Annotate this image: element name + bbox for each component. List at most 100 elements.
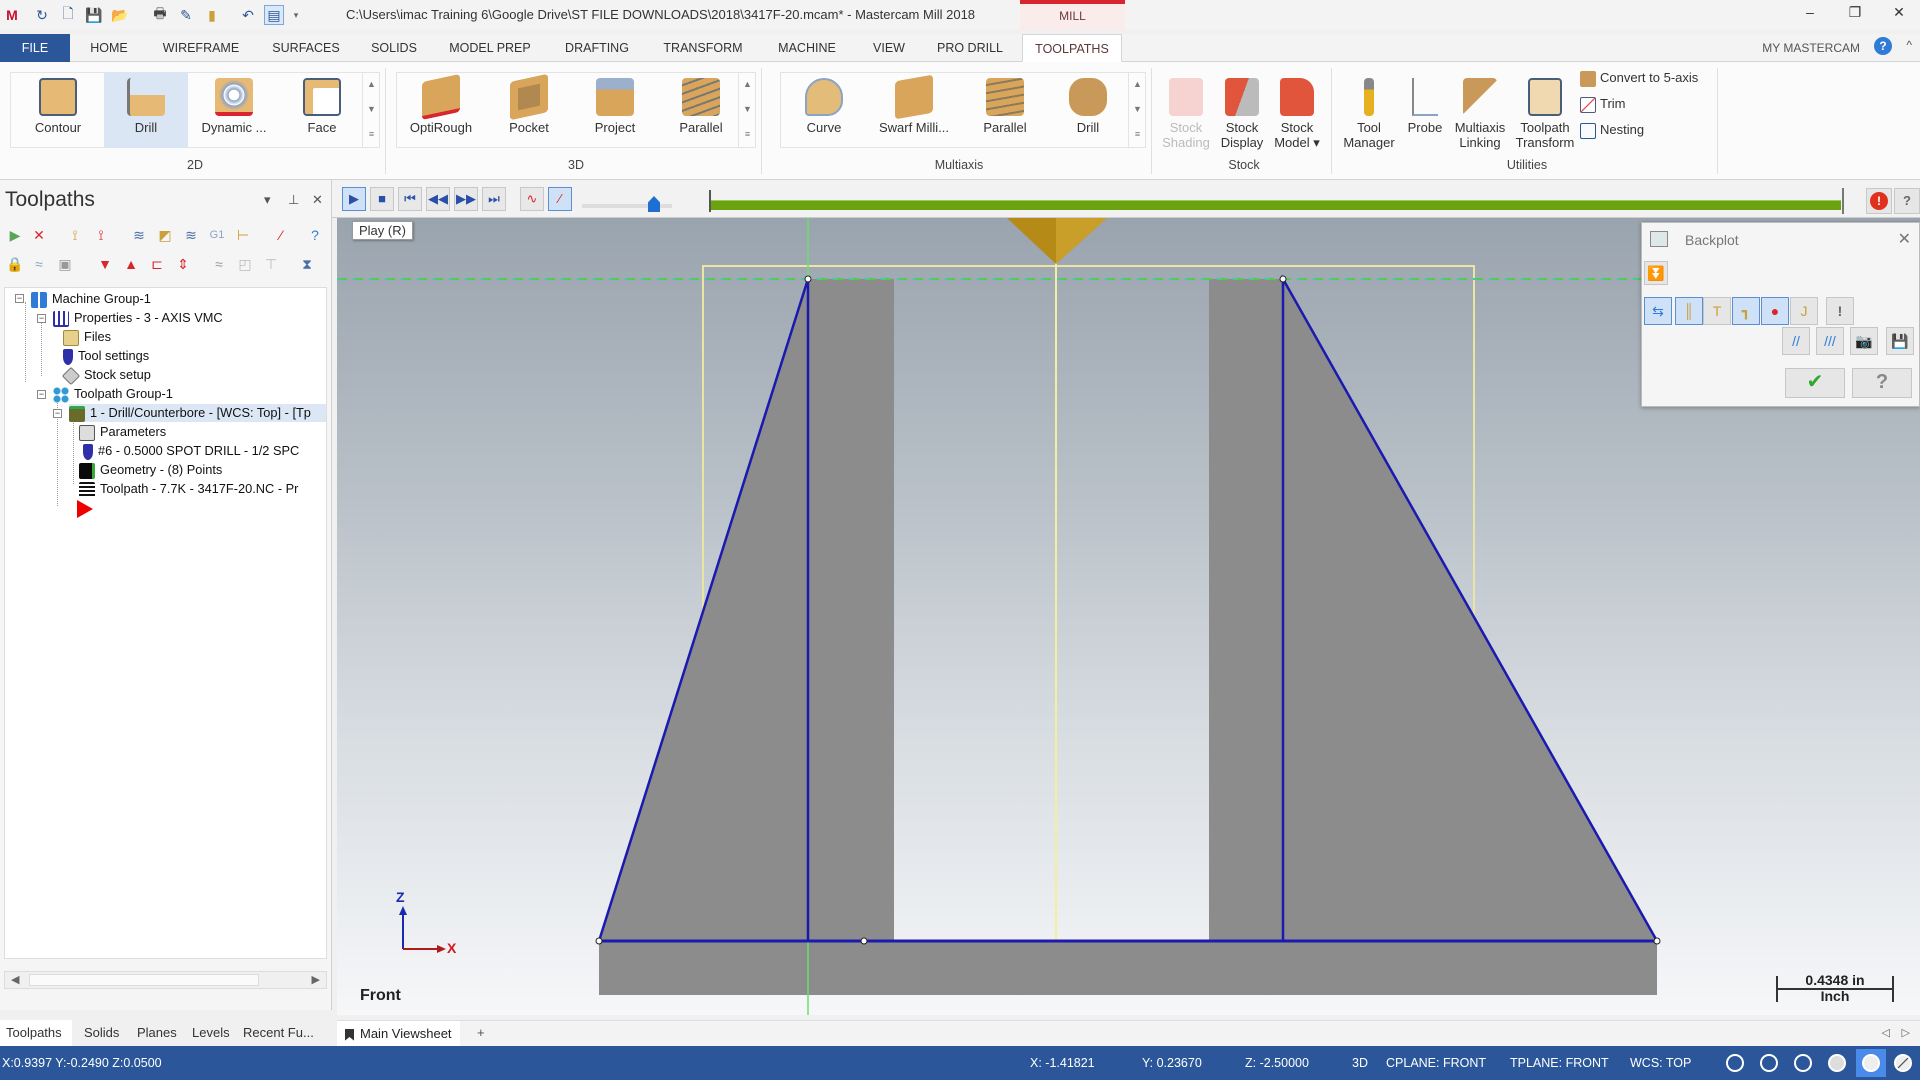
tab-home[interactable]: HOME (84, 34, 134, 62)
collapse-ribbon-icon[interactable]: ^ (1906, 38, 1912, 52)
status-3d-mode[interactable]: 3D (1352, 1056, 1368, 1070)
single-icon[interactable]: ◰ (236, 255, 254, 273)
dynamic-button[interactable]: Dynamic ... (192, 72, 276, 148)
status-y[interactable]: Y: 0.23670 (1142, 1056, 1202, 1070)
insert-arrow-icon[interactable] (77, 500, 93, 518)
status-cplane[interactable]: CPLANE: FRONT (1386, 1056, 1486, 1070)
face-button[interactable]: Face (280, 72, 364, 148)
drill-2d-button[interactable]: Drill (104, 72, 188, 148)
globe-dim-icon[interactable] (1794, 1054, 1812, 1072)
ok-button[interactable]: ✔ (1785, 368, 1845, 398)
globe-hidden-icon[interactable] (1760, 1054, 1778, 1072)
save-button[interactable]: 💾 (1886, 327, 1914, 355)
scroll-right-icon[interactable]: ▶ (312, 973, 320, 986)
expand-operation[interactable]: − (53, 409, 62, 418)
stop-button[interactable]: ■ (370, 187, 394, 211)
parallel-multiaxis-button[interactable]: Parallel (962, 72, 1048, 148)
expand-toolpath-group[interactable]: − (37, 390, 46, 399)
swarf-milling-button[interactable]: Swarf Milli... (866, 72, 962, 148)
g1-icon[interactable]: G1 (208, 226, 226, 244)
move-up-icon[interactable]: ▲ (122, 255, 140, 273)
move-down-icon[interactable]: ▼ (96, 255, 114, 273)
regenerate-dirty-icon[interactable]: ⟟ (92, 226, 110, 244)
probe-button[interactable]: Probe (1402, 72, 1448, 148)
tab-view[interactable]: VIEW (864, 34, 914, 62)
tree-tool[interactable]: #6 - 0.5000 SPOT DRILL - 1/2 SPC (79, 442, 299, 460)
panel-close-icon[interactable]: ✕ (312, 192, 323, 208)
my-mastercam-link[interactable]: MY MASTERCAM (1762, 41, 1860, 55)
scroll-left-icon[interactable]: ◀ (11, 973, 19, 986)
contour-button[interactable]: Contour (16, 72, 100, 148)
tree-geometry[interactable]: Geometry - (8) Points (79, 461, 222, 479)
tab-machine[interactable]: MACHINE (772, 34, 842, 62)
viewsheet-tab-main[interactable]: Main Viewsheet (337, 1021, 460, 1046)
status-z[interactable]: Z: -2.50000 (1245, 1056, 1309, 1070)
tree-machine-group[interactable]: Machine Group-1 (31, 290, 151, 308)
clear-button[interactable]: // (1782, 327, 1810, 355)
tree-properties[interactable]: Properties - 3 - AXIS VMC (53, 309, 223, 327)
trace-mode-button[interactable]: ∿ (520, 187, 544, 211)
expand-dialog-button[interactable]: ⏬ (1644, 261, 1668, 285)
project-button[interactable]: Project (572, 72, 658, 148)
qat-dropdown-icon[interactable]: ▾ (286, 5, 306, 25)
save-as-icon[interactable]: ✎ (176, 5, 196, 25)
tree-tool-settings[interactable]: Tool settings (63, 347, 149, 365)
redo-icon[interactable]: ↻ (32, 5, 52, 25)
show-holder-button[interactable]: T (1703, 297, 1731, 325)
tab-wireframe[interactable]: WIREFRAME (158, 34, 244, 62)
toggle-display-icon[interactable]: ≈ (30, 255, 48, 273)
tab-model-prep[interactable]: MODEL PREP (446, 34, 534, 62)
show-shank-button[interactable]: J (1790, 297, 1818, 325)
toolbar-toggle-icon[interactable]: ▤ (264, 5, 284, 25)
convert-5axis-button[interactable]: Convert to 5-axis (1580, 70, 1698, 87)
play-button[interactable]: ▶ (342, 187, 366, 211)
minimize-button[interactable]: – (1795, 4, 1825, 26)
wireframe-globe-icon[interactable] (1726, 1054, 1744, 1072)
add-viewsheet-button[interactable]: + (477, 1025, 485, 1040)
bottom-tab-levels[interactable]: Levels (192, 1020, 230, 1046)
status-wcs[interactable]: WCS: TOP (1630, 1056, 1691, 1070)
backplot-close-button[interactable]: ✕ (1898, 229, 1911, 249)
playback-help-button[interactable]: ? (1894, 188, 1920, 214)
help-icon[interactable]: ? (1874, 37, 1892, 55)
tab-drafting[interactable]: DRAFTING (560, 34, 634, 62)
tool-manager-button[interactable]: Tool Manager (1340, 72, 1398, 150)
step-end-button[interactable]: ⏭ (482, 187, 506, 211)
backplot-icon[interactable]: ≋ (130, 226, 148, 244)
trim-button[interactable]: Trim (1580, 96, 1626, 113)
dialog-help-button[interactable]: ? (1852, 368, 1912, 398)
tree-toolpath-group[interactable]: Toolpath Group-1 (53, 385, 173, 403)
curve-button[interactable]: Curve (784, 72, 864, 148)
shaded-icon[interactable] (1828, 1054, 1846, 1072)
open-icon[interactable]: 📂 (110, 5, 130, 25)
screenshot-button[interactable]: 📷 (1850, 327, 1878, 355)
stock-display-button[interactable]: Stock Display (1214, 72, 1270, 150)
bottom-tab-solids[interactable]: Solids (84, 1020, 119, 1046)
parallel-3d-button[interactable]: Parallel (658, 72, 744, 148)
tree-toolpath[interactable]: Toolpath - 7.7K - 3417F-20.NC - Pr (79, 480, 298, 498)
stop-conditions-button[interactable]: ! (1866, 188, 1892, 214)
gallery-2d-scroll[interactable]: ▲ ▼ ≡ (362, 72, 380, 148)
tab-toolpaths[interactable]: TOOLPATHS (1022, 34, 1122, 62)
print-icon[interactable]: 🖶 (150, 5, 170, 25)
regenerate-selected-icon[interactable]: ⟟ (66, 226, 84, 244)
tab-surfaces[interactable]: SURFACES (268, 34, 344, 62)
drill-multiaxis-button[interactable]: Drill (1048, 72, 1128, 148)
panel-help-icon[interactable]: ? (306, 226, 324, 244)
show-entities-button[interactable]: ● (1761, 297, 1789, 325)
viewsheet-prev-icon[interactable]: ◁ (1882, 1026, 1890, 1039)
stock-shading-button[interactable]: Stock Shading (1158, 72, 1214, 150)
tab-file[interactable]: FILE (0, 34, 70, 62)
translucency-icon[interactable] (1894, 1054, 1912, 1072)
tab-solids[interactable]: SOLIDS (366, 34, 422, 62)
undo-icon[interactable]: ↶ (238, 5, 258, 25)
mastercam-logo-icon[interactable]: M (2, 5, 22, 25)
viewsheet-next-icon[interactable]: ▷ (1902, 1026, 1910, 1039)
clear-all-button[interactable]: /// (1816, 327, 1844, 355)
insert-after-icon[interactable]: ⊏ (148, 255, 166, 273)
backplot-progress-bar[interactable] (711, 200, 1841, 210)
pocket-3d-button[interactable]: Pocket (486, 72, 572, 148)
bottom-tab-recent[interactable]: Recent Fu... (243, 1020, 314, 1046)
toolpath-transform-button[interactable]: Toolpath Transform (1512, 72, 1578, 150)
shaded-edges-button[interactable] (1856, 1049, 1886, 1077)
